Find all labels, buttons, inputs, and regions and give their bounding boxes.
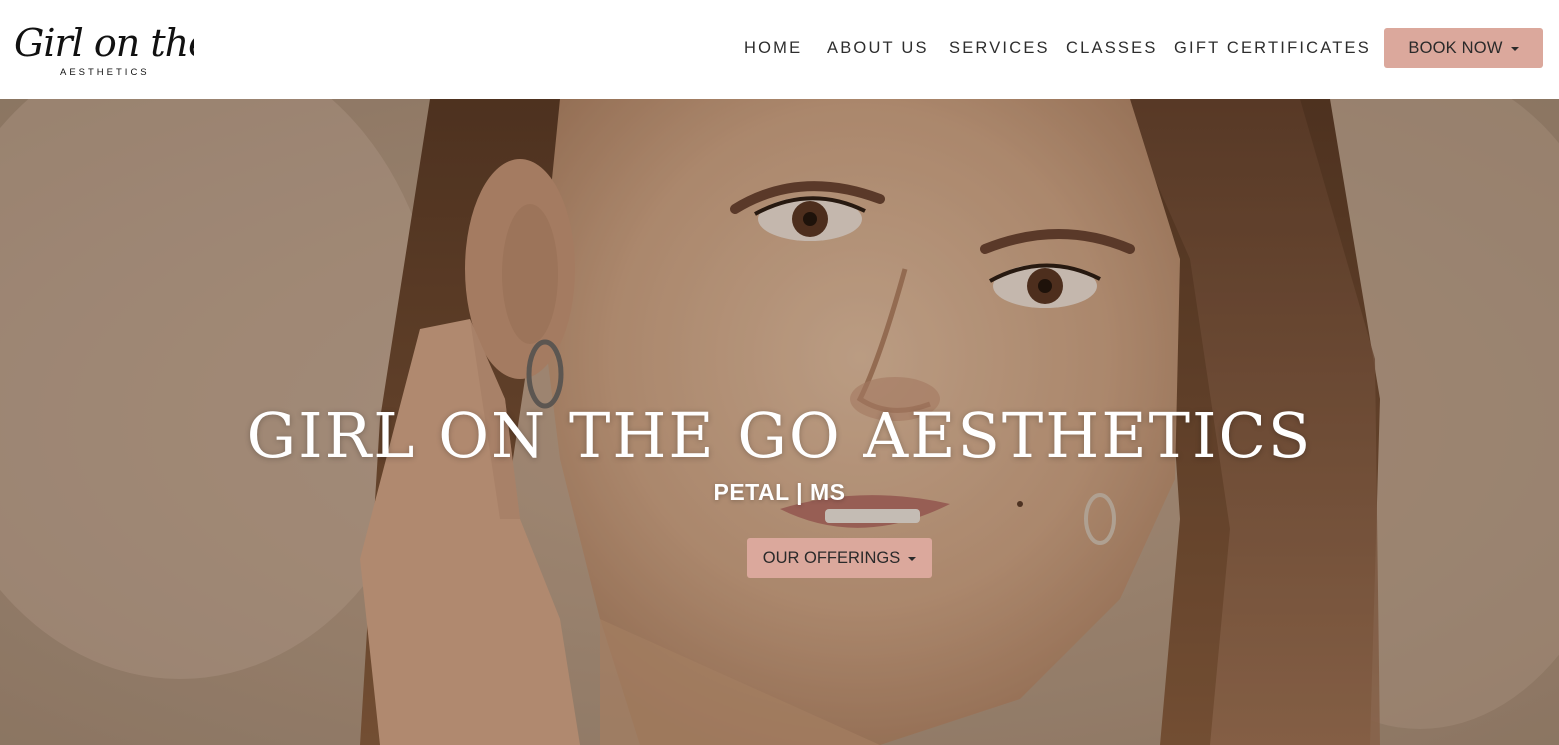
caret-down-icon (908, 557, 917, 561)
book-now-button[interactable]: BOOK NOW (1384, 28, 1543, 68)
nav-item-about-us[interactable]: ABOUT US (827, 37, 929, 59)
nav-item-gift-certificates[interactable]: GIFT CERTIFICATES (1174, 37, 1371, 59)
logo-sub-text: AESTHETICS (60, 67, 150, 78)
hero-subtitle: PETAL | MS (713, 479, 846, 505)
logo-graphic: Girl on the go AESTHETICS (14, 21, 194, 78)
logo-script-text: Girl on the go (14, 21, 194, 65)
book-now-label: BOOK NOW (1408, 38, 1503, 57)
page: Girl on the go AESTHETICS HOME ABOUT US … (0, 0, 1559, 745)
site-header: Girl on the go AESTHETICS HOME ABOUT US … (0, 0, 1559, 99)
nav-item-classes[interactable]: CLASSES (1066, 37, 1158, 59)
site-logo[interactable]: Girl on the go AESTHETICS (14, 12, 194, 84)
hero-title: GIRL ON THE GO AESTHETICS (246, 399, 1313, 472)
nav-item-services[interactable]: SERVICES (949, 37, 1050, 59)
our-offerings-button[interactable]: OUR OFFERINGS (747, 538, 932, 578)
nav-item-home[interactable]: HOME (744, 37, 802, 59)
caret-down-icon (1510, 47, 1519, 51)
hero-section: GIRL ON THE GO AESTHETICS PETAL | MS OUR… (0, 99, 1559, 745)
our-offerings-label: OUR OFFERINGS (762, 548, 901, 567)
